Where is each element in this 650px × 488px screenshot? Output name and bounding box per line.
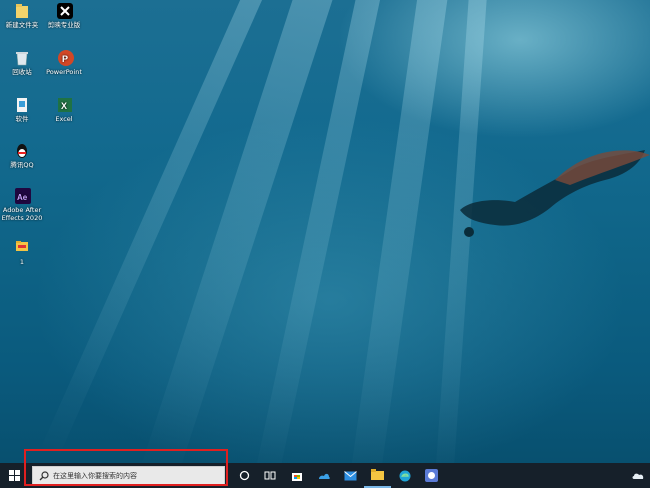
windows-start-icon bbox=[8, 470, 20, 481]
svg-text:X: X bbox=[61, 101, 67, 111]
start-button[interactable] bbox=[0, 463, 28, 488]
powerpoint-icon: P bbox=[57, 50, 74, 66]
desktop-icon-label: 软件 bbox=[15, 115, 29, 123]
cortana-icon bbox=[239, 470, 249, 481]
desktop-wallpaper bbox=[0, 0, 650, 463]
shortcut-icon bbox=[15, 97, 29, 113]
after-effects-icon: Ae bbox=[15, 188, 31, 204]
desktop-icon-label: 1 bbox=[19, 258, 25, 266]
store-icon bbox=[291, 472, 302, 481]
task-view-button[interactable] bbox=[257, 463, 283, 488]
search-placeholder: 在这里输入你要搜索的内容 bbox=[53, 471, 137, 480]
taskbar-store[interactable] bbox=[283, 463, 310, 488]
desktop-icon-label: Adobe After Effects 2020 bbox=[1, 206, 43, 222]
folder-icon bbox=[15, 240, 29, 256]
cortana-button[interactable] bbox=[231, 463, 257, 488]
taskbar-search-input[interactable]: 在这里输入你要搜索的内容 bbox=[32, 466, 225, 485]
desktop-icon-new-folder[interactable]: 新建文件夹 bbox=[0, 3, 44, 29]
taskbar-app-2[interactable] bbox=[310, 463, 337, 488]
desktop-icon-label: 回收站 bbox=[12, 68, 32, 76]
desktop-icon-label: PowerPoint bbox=[46, 68, 82, 76]
taskbar-file-explorer[interactable] bbox=[364, 463, 391, 488]
desktop-icon-powerpoint[interactable]: P PowerPoint bbox=[42, 50, 86, 76]
cloud-tray-icon bbox=[632, 473, 643, 479]
tray-cloud[interactable] bbox=[626, 463, 650, 488]
task-view-icon bbox=[264, 471, 276, 480]
file-explorer-icon bbox=[371, 469, 384, 480]
search-icon bbox=[39, 470, 49, 480]
desktop-icon-after-effects[interactable]: Ae Adobe After Effects 2020 bbox=[0, 188, 44, 222]
excel-icon: X bbox=[57, 97, 72, 113]
svg-text:P: P bbox=[62, 54, 68, 64]
desktop-icon-excel[interactable]: X Excel bbox=[42, 97, 86, 123]
desktop-icon-label: 新建文件夹 bbox=[5, 21, 39, 29]
desktop-icon-software[interactable]: 软件 bbox=[0, 97, 44, 123]
taskbar-app-6[interactable] bbox=[418, 463, 445, 488]
folder-icon bbox=[15, 3, 29, 19]
qq-penguin-icon bbox=[15, 143, 29, 159]
taskbar-edge[interactable] bbox=[391, 463, 418, 488]
desktop-icon-recycle-bin[interactable]: 回收站 bbox=[0, 50, 44, 76]
taskbar: 在这里输入你要搜索的内容 bbox=[0, 463, 650, 488]
diver-image bbox=[460, 150, 650, 237]
desktop-icon-qq[interactable]: 腾讯QQ bbox=[0, 143, 44, 169]
desktop-icon-label: Excel bbox=[55, 115, 73, 123]
svg-text:Ae: Ae bbox=[17, 193, 28, 202]
edge-icon bbox=[399, 470, 410, 481]
desktop-icon-label: 剪映专业版 bbox=[47, 21, 81, 29]
onedrive-app-icon bbox=[318, 473, 330, 479]
desktop-icon-label: 腾讯QQ bbox=[10, 161, 34, 169]
capcut-icon bbox=[57, 3, 73, 19]
desktop-icon-capcut[interactable]: 剪映专业版 bbox=[42, 3, 86, 29]
recycle-bin-icon bbox=[15, 50, 29, 66]
taskbar-mail[interactable] bbox=[337, 463, 364, 488]
mail-icon bbox=[344, 470, 357, 480]
desktop-icon-folder-1[interactable]: 1 bbox=[0, 240, 44, 266]
app-icon bbox=[425, 469, 438, 482]
